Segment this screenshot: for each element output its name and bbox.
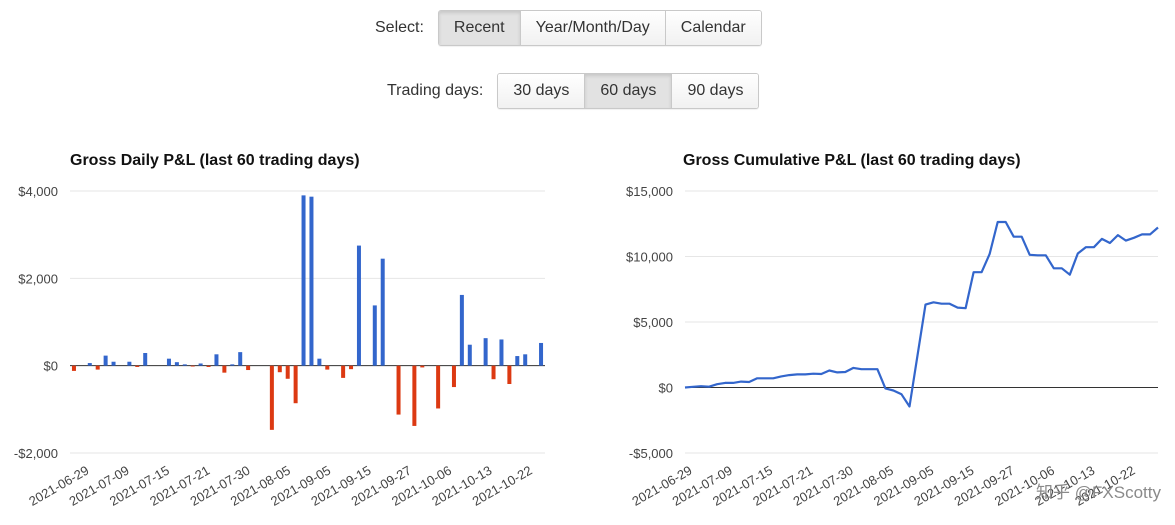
daily-bar — [356, 245, 361, 366]
daily-bar — [459, 294, 464, 366]
watermark: 知乎 @FXScotty — [1036, 483, 1161, 502]
daily-bar — [182, 364, 187, 366]
days-30-button[interactable]: 30 days — [498, 74, 585, 108]
days-90-button[interactable]: 90 days — [671, 74, 759, 108]
y-tick-label: $15,000 — [626, 184, 673, 199]
daily-bar — [436, 365, 441, 409]
daily-bar — [523, 354, 528, 366]
daily-bar — [87, 363, 92, 366]
daily-bar — [103, 355, 108, 366]
daily-bar — [467, 344, 472, 366]
daily-bar — [214, 354, 219, 366]
daily-bar — [174, 362, 179, 366]
select-year-month-day-button[interactable]: Year/Month/Day — [519, 11, 665, 45]
daily-bar — [206, 365, 211, 367]
daily-bar — [238, 352, 243, 366]
select-button-group: Recent Year/Month/Day Calendar — [437, 10, 762, 46]
y-tick-label: $4,000 — [18, 184, 58, 199]
cumulative-line — [684, 220, 1159, 408]
trading-days-label: Trading days: — [387, 82, 484, 99]
y-tick-label: $2,000 — [18, 271, 58, 286]
daily-bar — [396, 365, 401, 415]
daily-bar — [71, 365, 76, 371]
daily-bar — [166, 358, 171, 366]
daily-bar — [301, 195, 306, 366]
daily-bar — [325, 365, 330, 370]
y-tick-label: $5,000 — [633, 315, 673, 330]
daily-bar — [95, 365, 100, 370]
daily-bar — [143, 353, 148, 366]
daily-bar — [317, 358, 322, 366]
daily-bar — [309, 196, 314, 366]
daily-bar — [222, 365, 227, 373]
daily-bar — [293, 365, 298, 404]
daily-bar — [198, 363, 203, 366]
daily-bar — [491, 365, 496, 380]
daily-bar — [499, 339, 504, 366]
y-tick-label: $0 — [659, 381, 673, 396]
daily-bar — [380, 258, 385, 366]
select-recent-button[interactable]: Recent — [438, 11, 520, 45]
y-tick-label: -$5,000 — [629, 446, 673, 461]
daily-bar — [420, 365, 425, 368]
daily-bar — [341, 365, 346, 378]
daily-bar — [372, 305, 377, 366]
select-control: Select: Recent Year/Month/Day Calendar — [375, 10, 762, 46]
daily-bar — [412, 365, 417, 426]
y-tick-label: $10,000 — [626, 250, 673, 265]
daily-bar — [230, 364, 235, 366]
cumulative-chart-title: Gross Cumulative P&L (last 60 trading da… — [683, 152, 1021, 169]
daily-bar — [483, 338, 488, 366]
cumulative-pnl-chart: $15,000$10,000$5,000$0-$5,0002021-06-292… — [626, 184, 1159, 509]
daily-bar — [515, 356, 520, 366]
y-tick-label: $0 — [44, 359, 58, 374]
days-60-button[interactable]: 60 days — [584, 74, 672, 108]
daily-bar — [135, 365, 140, 367]
daily-bar — [539, 342, 544, 366]
select-calendar-button[interactable]: Calendar — [664, 11, 761, 45]
daily-bar — [246, 365, 251, 371]
daily-bar — [111, 361, 116, 366]
daily-bar — [285, 365, 290, 379]
trading-days-control: Trading days: 30 days 60 days 90 days — [387, 73, 760, 109]
daily-bar — [190, 365, 195, 367]
select-label: Select: — [375, 19, 424, 36]
daily-pnl-chart: $4,000$2,000$0-$2,0002021-06-292021-07-0… — [14, 184, 545, 509]
daily-chart-title: Gross Daily P&L (last 60 trading days) — [70, 152, 360, 169]
daily-bar — [349, 365, 354, 370]
daily-bar — [277, 365, 282, 373]
daily-bar — [507, 365, 512, 385]
trading-days-button-group: 30 days 60 days 90 days — [497, 73, 760, 109]
daily-bar — [451, 365, 456, 388]
daily-bar — [269, 365, 274, 430]
y-tick-label: -$2,000 — [14, 446, 58, 461]
daily-bar — [127, 361, 132, 366]
